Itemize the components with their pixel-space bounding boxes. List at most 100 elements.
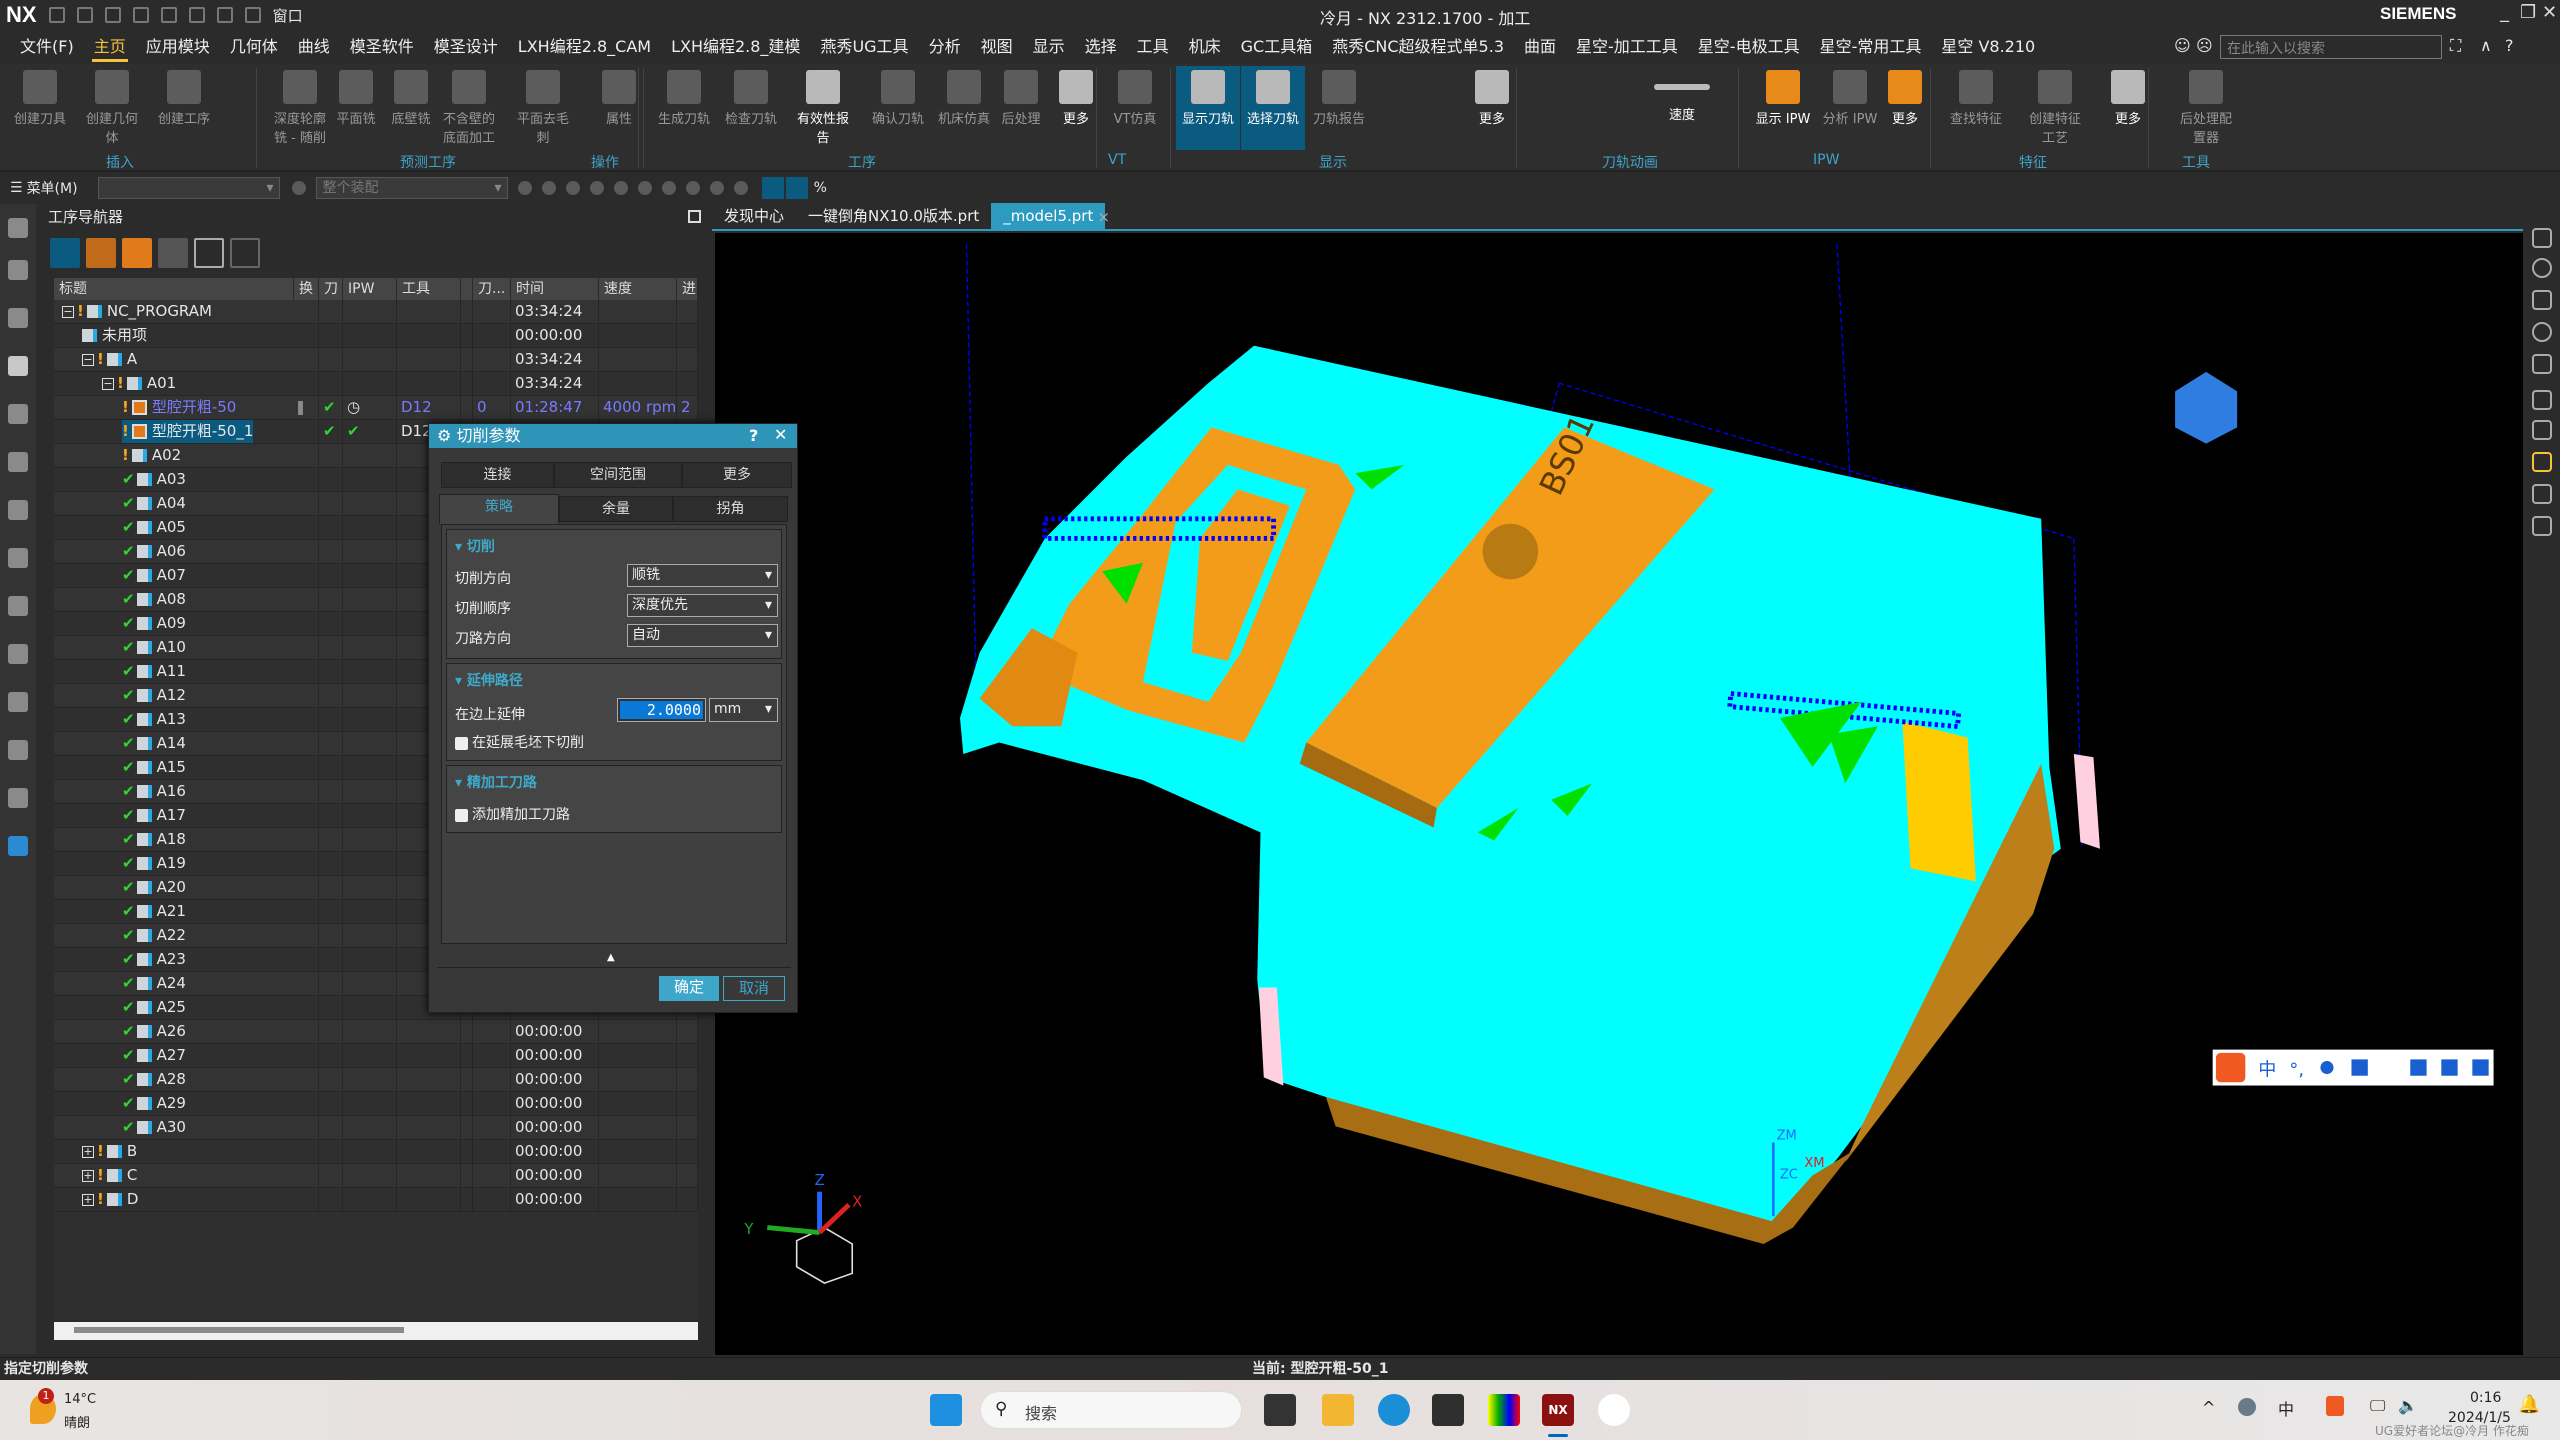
extend-at-edges-input[interactable]: 2.0000: [617, 698, 706, 722]
group-extend-header[interactable]: ▾ 延伸路径: [455, 670, 523, 690]
snap-icon[interactable]: [589, 181, 604, 195]
group-cut-header[interactable]: ▾ 切削: [455, 536, 495, 556]
menu-item[interactable]: LXH编程2.8_CAM: [508, 32, 661, 62]
ribbon-button[interactable]: 平面去毛刺: [511, 66, 575, 150]
close-tab-icon[interactable]: ×: [1097, 208, 1110, 226]
notification-bell-icon[interactable]: 🔔: [2518, 1394, 2540, 1415]
collapse-icon[interactable]: −: [62, 305, 74, 318]
column-header[interactable]: 进: [677, 278, 698, 300]
machining-feature-navigator-icon[interactable]: [8, 452, 28, 472]
ribbon-button[interactable]: 更多: [2096, 66, 2160, 150]
ribbon-button[interactable]: 显示刀轨: [1176, 66, 1240, 150]
nx-taskbar-icon[interactable]: NX: [1542, 1394, 1574, 1426]
ribbon-button[interactable]: 机床仿真: [932, 66, 996, 150]
repeat-command-icon[interactable]: [188, 7, 205, 23]
tab-strategy[interactable]: 策略: [439, 494, 559, 524]
start-button[interactable]: [930, 1394, 962, 1426]
menu-button[interactable]: 菜单(M): [27, 178, 78, 198]
menu-item[interactable]: 几何体: [220, 32, 288, 62]
web-browser-icon[interactable]: [8, 596, 28, 616]
cut-direction-select[interactable]: 顺铣: [627, 564, 778, 587]
snap-icon[interactable]: [661, 181, 676, 195]
menu-item[interactable]: 应用模块: [136, 32, 220, 62]
column-header[interactable]: 刀...: [473, 278, 511, 300]
table-row[interactable]: +! D 00:00:00: [54, 1188, 698, 1212]
tab-corners[interactable]: 拐角: [673, 496, 788, 522]
expand-icon[interactable]: +: [82, 1193, 94, 1206]
expand-icon[interactable]: +: [82, 1169, 94, 1182]
palette-icon[interactable]: [8, 740, 28, 760]
minimize-button[interactable]: _: [2500, 2, 2509, 23]
menu-item[interactable]: 选择: [1075, 32, 1127, 62]
stock-icon[interactable]: [2532, 484, 2552, 504]
weather-temp[interactable]: 14°C: [64, 1392, 96, 1407]
geometry-view-icon[interactable]: [122, 238, 152, 268]
menu-item[interactable]: 星空 V8.210: [1931, 32, 2045, 62]
scroll-thumb[interactable]: [74, 1327, 404, 1333]
fit-view-icon[interactable]: [2532, 290, 2552, 310]
menu-item[interactable]: 曲线: [288, 32, 340, 62]
snap-icon[interactable]: [565, 181, 580, 195]
ribbon-button[interactable]: 不含壁的底面加工: [437, 66, 501, 150]
group-finish-header[interactable]: ▾ 精加工刀路: [455, 772, 537, 792]
cut-icon[interactable]: [104, 7, 121, 23]
ribbon-button[interactable]: 生成刀轨: [652, 66, 716, 150]
wireframe-icon[interactable]: [2532, 420, 2552, 440]
menu-item[interactable]: 模圣软件: [340, 32, 424, 62]
filter-icon[interactable]: [291, 181, 306, 195]
menu-item[interactable]: 视图: [971, 32, 1023, 62]
part-navigator-icon[interactable]: [8, 308, 28, 328]
menu-item[interactable]: 燕秀CNC超级程式单5.3: [1322, 32, 1514, 62]
table-row[interactable]: +! C 00:00:00: [54, 1164, 698, 1188]
onedrive-icon[interactable]: [2238, 1398, 2256, 1416]
collapse-icon[interactable]: −: [82, 353, 94, 366]
save-icon[interactable]: [48, 7, 65, 23]
column-header[interactable]: IPW: [343, 278, 397, 300]
column-header[interactable]: 速度: [599, 278, 677, 300]
column-header[interactable]: [461, 278, 473, 300]
dialog-title-bar[interactable]: ⚙ 切削参数: [429, 424, 797, 448]
ribbon-button[interactable]: 更多: [1044, 66, 1108, 150]
tab-spatial-range[interactable]: 空间范围: [554, 462, 682, 488]
touch-mode-icon[interactable]: [244, 7, 261, 23]
type-filter-select[interactable]: [97, 177, 280, 199]
tab-more[interactable]: 更多: [682, 462, 792, 488]
mcs-display-icon[interactable]: [761, 177, 784, 199]
ribbon-button[interactable]: 更多: [1873, 66, 1937, 150]
clock-time[interactable]: 0:16: [2470, 1390, 2501, 1406]
ribbon-button[interactable]: 更多: [1460, 66, 1524, 150]
snap-icon[interactable]: [517, 181, 532, 195]
cut-below-blank-checkbox[interactable]: 在延展毛坯下切削: [455, 732, 584, 752]
collapse-ribbon-icon[interactable]: ∧: [2480, 36, 2492, 55]
percent-icon[interactable]: %: [814, 180, 827, 196]
ribbon-button[interactable]: 刀轨报告: [1307, 66, 1371, 150]
restore-button[interactable]: ❐: [2520, 2, 2536, 23]
snap-icon[interactable]: [685, 181, 700, 195]
program-order-view-icon[interactable]: [50, 238, 80, 268]
table-row[interactable]: +! B 00:00:00: [54, 1140, 698, 1164]
checkbox[interactable]: [455, 736, 468, 750]
column-header[interactable]: 标题: [54, 278, 294, 300]
cam-icon[interactable]: [8, 644, 28, 664]
tab-stock[interactable]: 余量: [559, 496, 673, 522]
table-row[interactable]: −! A 03:34:24: [54, 348, 698, 372]
weather-text[interactable]: 晴朗: [64, 1412, 90, 1431]
hide-icon[interactable]: [2532, 322, 2552, 342]
menu-item[interactable]: 燕秀UG工具: [810, 32, 918, 62]
ribbon-button[interactable]: 创建刀具: [8, 66, 72, 150]
ribbon-button[interactable]: 底壁铣: [379, 66, 443, 150]
volume-icon[interactable]: 🔈: [2398, 1396, 2418, 1415]
ribbon-button[interactable]: 有效性报告: [791, 66, 855, 150]
snap-icon[interactable]: [613, 181, 628, 195]
undo-icon[interactable]: [76, 7, 93, 23]
ribbon-button[interactable]: 查找特征: [1944, 66, 2008, 150]
cut-order-select[interactable]: 深度优先: [627, 594, 778, 617]
menu-item[interactable]: 星空-电极工具: [1688, 32, 1810, 62]
paste-icon[interactable]: [160, 7, 177, 23]
table-row[interactable]: ✔ A29 00:00:00: [54, 1092, 698, 1116]
reuse-library-icon[interactable]: [8, 500, 28, 520]
ribbon-button[interactable]: 创建特征工艺: [2023, 66, 2087, 150]
help-icon[interactable]: ?: [2505, 36, 2514, 55]
column-header[interactable]: 刀: [319, 278, 343, 300]
wcs-icon[interactable]: [2532, 390, 2552, 410]
